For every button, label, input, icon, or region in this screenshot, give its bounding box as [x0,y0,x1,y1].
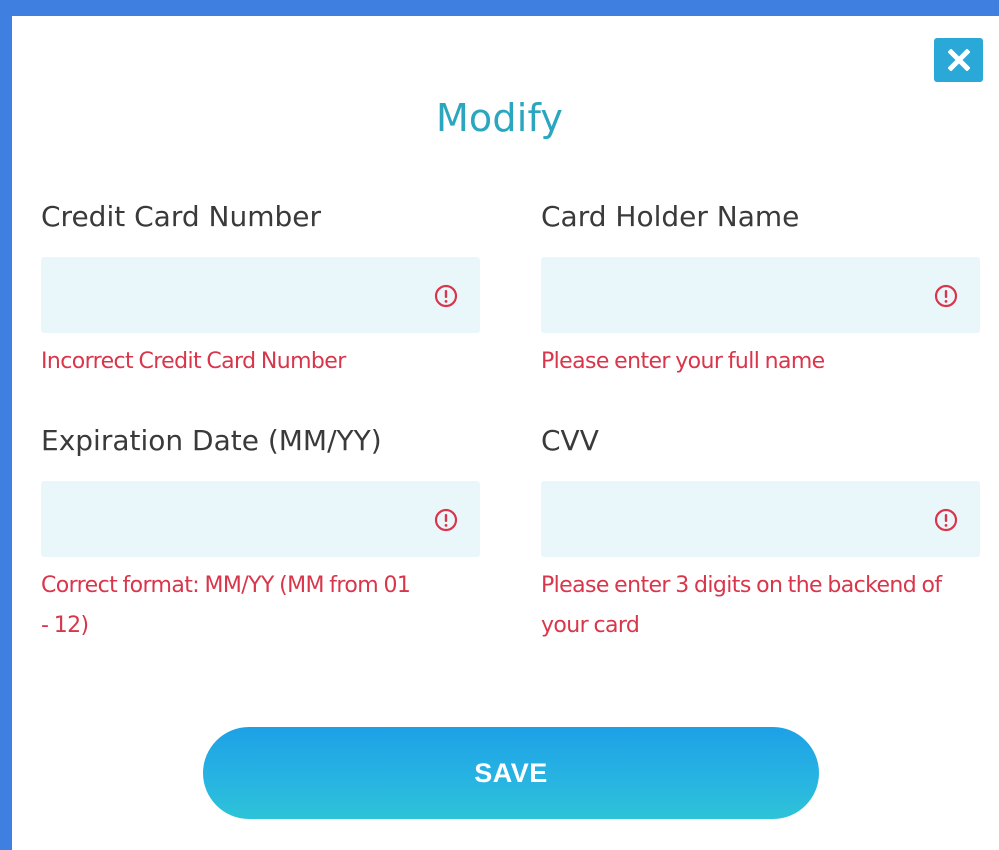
alert-circle-icon [434,284,458,308]
modal-title: Modify [435,96,564,140]
card-number-error: Incorrect Credit Card Number [41,349,346,374]
cvv-input[interactable] [541,481,980,557]
cvv-error-line: Please enter 3 digits on the backend of [541,573,942,598]
alert-circle-icon [934,508,958,532]
expiration-label: Expiration Date (MM/YY) [41,424,382,457]
expiration-field[interactable] [41,481,480,557]
holder-name-field[interactable] [541,257,980,333]
holder-name-input[interactable] [541,257,980,333]
holder-name-label: Card Holder Name [541,200,800,233]
cvv-label: CVV [541,424,599,457]
cvv-error-line: your card [541,613,640,638]
expiration-input[interactable] [41,481,480,557]
cvv-error: Please enter 3 digits on the backend of … [541,566,942,646]
card-number-input[interactable] [41,257,480,333]
save-button[interactable]: SAVE [203,727,819,819]
card-number-label: Credit Card Number [41,200,321,233]
holder-name-error: Please enter your full name [541,349,825,374]
window-frame-top [0,0,999,16]
card-number-field[interactable] [41,257,480,333]
expiration-error: Correct format: MM/YY (MM from 01 - 12) [41,566,411,646]
cvv-field[interactable] [541,481,980,557]
alert-circle-icon [934,284,958,308]
close-icon [947,49,970,71]
alert-circle-icon [434,508,458,532]
expiration-error-line: Correct format: MM/YY (MM from 01 [41,573,411,598]
close-button[interactable] [934,38,983,82]
expiration-error-line: - 12) [41,613,89,638]
